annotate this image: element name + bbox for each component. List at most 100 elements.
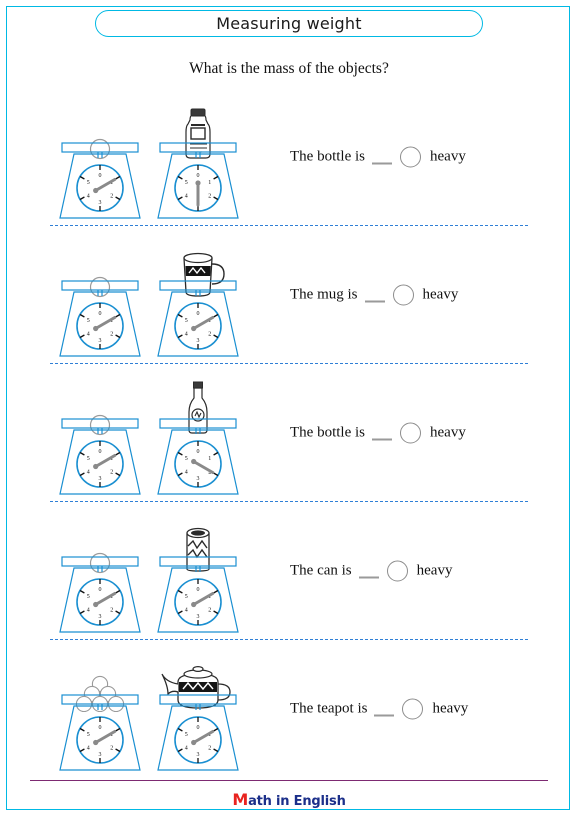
svg-text:0: 0: [197, 173, 200, 179]
scale-group-left: 012345: [52, 226, 148, 364]
svg-text:0: 0: [197, 449, 200, 455]
exercise-list: 012345012345The bottle isheavy0123450123…: [0, 88, 578, 778]
worksheet-instruction: What is the mass of the objects?: [189, 60, 389, 77]
exercise-row: 012345012345The bottle isheavy: [0, 88, 578, 226]
answer-blank[interactable]: [364, 288, 385, 302]
svg-text:3: 3: [99, 338, 102, 344]
weighing-scale: 012345: [157, 694, 239, 771]
statement-prefix: The can is: [290, 562, 352, 579]
svg-text:5: 5: [185, 180, 188, 186]
unit-circle[interactable]: [386, 560, 408, 582]
svg-text:3: 3: [99, 200, 102, 206]
answer-statement: The bottle is heavy: [290, 146, 466, 168]
scale-group-right: 012345: [150, 502, 246, 640]
svg-text:4: 4: [87, 607, 90, 613]
svg-text:3: 3: [197, 476, 200, 482]
scale-group-left: 012345: [52, 640, 148, 778]
svg-text:2: 2: [110, 745, 113, 751]
footer-logo-initial: M: [232, 790, 249, 809]
statement-suffix: heavy: [422, 286, 459, 303]
statement-suffix: heavy: [432, 700, 469, 717]
svg-text:0: 0: [99, 725, 102, 731]
svg-text:4: 4: [185, 607, 188, 613]
svg-text:3: 3: [197, 752, 200, 758]
svg-text:5: 5: [87, 456, 90, 462]
svg-text:0: 0: [99, 449, 102, 455]
weighing-scale: 012345: [59, 418, 141, 495]
svg-text:2: 2: [110, 607, 113, 613]
unit-circle[interactable]: [400, 146, 421, 168]
scale-group-left: 012345: [52, 88, 148, 226]
svg-text:2: 2: [208, 745, 211, 751]
svg-text:5: 5: [87, 318, 90, 324]
page-title: Measuring weight: [216, 14, 362, 33]
svg-text:2: 2: [208, 607, 211, 613]
svg-text:5: 5: [185, 456, 188, 462]
scale-group-left: 012345: [52, 364, 148, 502]
svg-text:4: 4: [185, 469, 188, 475]
exercise-row: 012345012345The can isheavy: [0, 502, 578, 640]
svg-text:4: 4: [185, 331, 188, 337]
svg-text:5: 5: [87, 732, 90, 738]
svg-text:4: 4: [87, 331, 90, 337]
statement-suffix: heavy: [430, 148, 466, 165]
answer-statement: The teapot is heavy: [290, 698, 469, 720]
footer-logo: Math in English: [0, 790, 578, 809]
weighing-scale: 012345: [59, 694, 141, 771]
svg-text:2: 2: [110, 469, 113, 475]
svg-text:1: 1: [208, 180, 211, 186]
unit-circle[interactable]: [400, 422, 421, 444]
svg-text:4: 4: [87, 745, 90, 751]
svg-text:4: 4: [87, 469, 90, 475]
svg-text:2: 2: [208, 193, 211, 199]
statement-prefix: The teapot is: [290, 700, 368, 717]
weighing-scale: 012345: [59, 142, 141, 219]
weighing-scale: 012345: [59, 556, 141, 633]
footer-divider: [30, 780, 548, 781]
svg-text:5: 5: [185, 594, 188, 600]
weighing-scale: 012345: [157, 280, 239, 357]
scale-group-right: 012345: [150, 640, 246, 778]
svg-text:0: 0: [197, 311, 200, 317]
svg-text:3: 3: [197, 614, 200, 620]
svg-text:4: 4: [185, 193, 188, 199]
answer-blank[interactable]: [372, 150, 392, 164]
weighing-scale: 012345: [59, 280, 141, 357]
scale-group-right: 012345: [150, 364, 246, 502]
svg-text:5: 5: [87, 180, 90, 186]
svg-text:5: 5: [185, 732, 188, 738]
svg-text:1: 1: [208, 456, 211, 462]
answer-blank[interactable]: [374, 702, 395, 716]
svg-text:3: 3: [197, 338, 200, 344]
unit-circle[interactable]: [402, 698, 424, 720]
svg-text:5: 5: [185, 318, 188, 324]
svg-text:0: 0: [99, 173, 102, 179]
svg-text:3: 3: [99, 476, 102, 482]
answer-statement: The bottle is heavy: [290, 422, 466, 444]
scale-group-right: 012345: [150, 226, 246, 364]
weighing-scale: 012345: [157, 556, 239, 633]
svg-text:2: 2: [208, 331, 211, 337]
statement-prefix: The bottle is: [290, 148, 365, 165]
statement-suffix: heavy: [430, 424, 466, 441]
scale-group-right: 012345: [150, 88, 246, 226]
svg-text:4: 4: [87, 193, 90, 199]
svg-text:2: 2: [110, 331, 113, 337]
svg-text:3: 3: [99, 614, 102, 620]
answer-blank[interactable]: [372, 426, 392, 440]
weighing-scale: 012345: [157, 142, 239, 219]
statement-prefix: The bottle is: [290, 424, 365, 441]
statement-suffix: heavy: [416, 562, 453, 579]
answer-statement: The mug is heavy: [290, 284, 459, 306]
answer-statement: The can is heavy: [290, 560, 453, 582]
svg-text:0: 0: [99, 587, 102, 593]
answer-blank[interactable]: [358, 564, 379, 578]
exercise-row: 012345012345The bottle isheavy: [0, 364, 578, 502]
svg-text:4: 4: [185, 745, 188, 751]
statement-prefix: The mug is: [290, 286, 358, 303]
unit-circle[interactable]: [392, 284, 414, 306]
svg-text:0: 0: [99, 311, 102, 317]
scale-group-left: 012345: [52, 502, 148, 640]
weighing-scale: 012345: [157, 418, 239, 495]
exercise-row: 012345012345The mug isheavy: [0, 226, 578, 364]
